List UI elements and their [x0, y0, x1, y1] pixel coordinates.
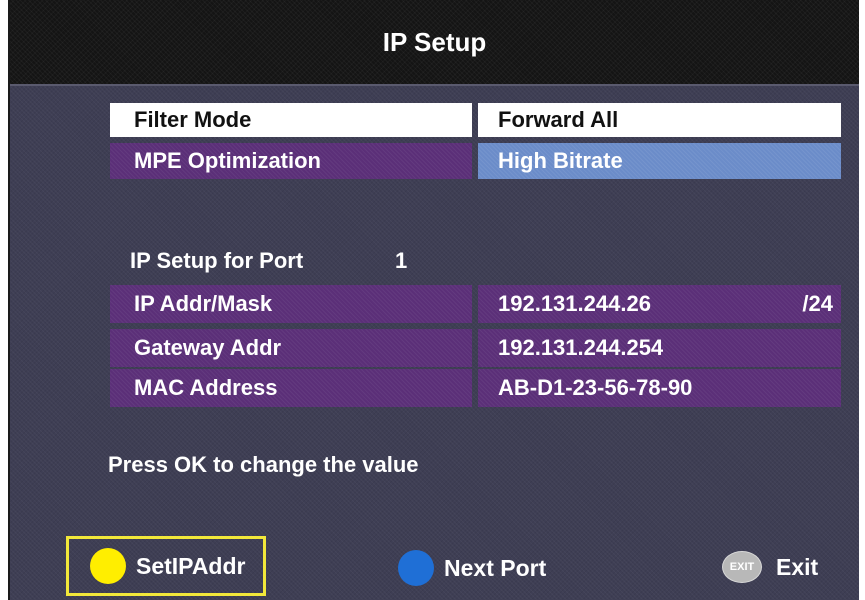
title-bar: IP Setup — [10, 0, 859, 86]
exit-label: Exit — [776, 553, 819, 580]
filter-mode-value[interactable]: Forward All — [478, 103, 841, 137]
mac-address-value[interactable]: AB-D1-23-56-78-90 — [478, 369, 841, 407]
setipaddr-button[interactable]: SetIPAddr — [90, 548, 245, 584]
gateway-addr-value[interactable]: 192.131.244.254 — [478, 329, 841, 367]
gateway-addr-label[interactable]: Gateway Addr — [110, 329, 472, 367]
next-port-button[interactable]: Next Port — [398, 550, 546, 586]
hint-text: Press OK to change the value — [108, 452, 419, 477]
ip-address-value: 192.131.244.26 — [498, 291, 651, 316]
blue-key-icon — [398, 550, 434, 586]
ip-addr-mask-label[interactable]: IP Addr/Mask — [110, 285, 472, 323]
mpe-optimization-label[interactable]: MPE Optimization — [110, 143, 472, 179]
exit-button[interactable]: EXIT Exit — [722, 551, 818, 583]
port-section-label: IP Setup for Port — [130, 248, 304, 273]
next-port-label: Next Port — [444, 554, 547, 581]
port-number: 1 — [395, 248, 408, 273]
ip-addr-mask-field[interactable]: 192.131.244.26 /24 — [478, 285, 841, 323]
mpe-optimization-value[interactable]: High Bitrate — [478, 143, 841, 179]
mac-address-label[interactable]: MAC Address — [110, 369, 472, 407]
filter-mode-label[interactable]: Filter Mode — [110, 103, 472, 137]
subnet-mask-value: /24 — [802, 291, 833, 316]
yellow-key-icon — [90, 548, 126, 584]
exit-key-icon: EXIT — [722, 551, 762, 583]
page-title: IP Setup — [382, 26, 487, 57]
setipaddr-label: SetIPAddr — [136, 552, 246, 579]
